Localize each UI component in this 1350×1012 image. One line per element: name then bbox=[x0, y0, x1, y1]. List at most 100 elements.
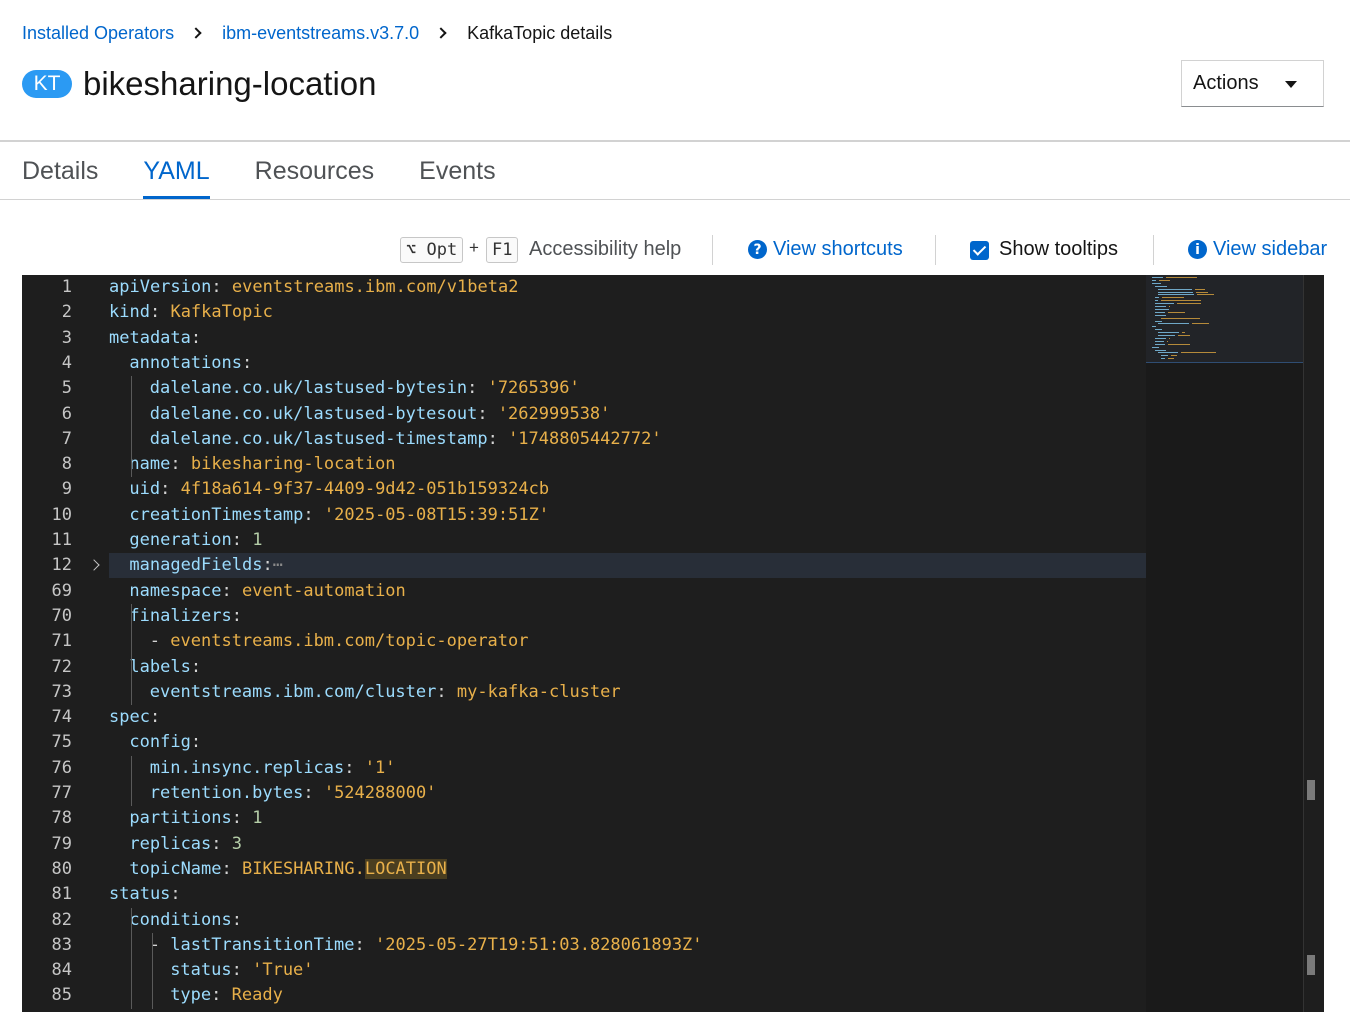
yaml-colon: : bbox=[303, 504, 314, 525]
breadcrumb-operator-version[interactable]: ibm-eventstreams.v3.7.0 bbox=[222, 23, 419, 44]
code-line[interactable]: labels: bbox=[129, 655, 201, 680]
yaml-value: 3 bbox=[231, 833, 243, 854]
code-line[interactable]: generation: 1 bbox=[129, 528, 262, 553]
minimap-line bbox=[1155, 300, 1159, 302]
code-line[interactable]: retention.bytes: '524288000' bbox=[150, 781, 437, 806]
minimap-line bbox=[1152, 282, 1161, 284]
code-line[interactable]: managedFields:⋯ bbox=[129, 553, 283, 578]
code-line[interactable]: namespace: event-automation bbox=[129, 579, 405, 604]
tab-events[interactable]: Events bbox=[419, 142, 495, 200]
code-line[interactable]: dalelane.co.uk/lastused-timestamp: '1748… bbox=[150, 427, 662, 452]
code-line[interactable]: min.insync.replicas: '1' bbox=[150, 756, 396, 781]
line-number: 83 bbox=[51, 934, 72, 955]
code-line[interactable]: apiVersion: eventstreams.ibm.com/v1beta2 bbox=[109, 275, 518, 300]
code-line[interactable]: dalelane.co.uk/lastused-bytesout: '26299… bbox=[150, 402, 611, 427]
yaml-value: '1748805442772' bbox=[508, 428, 662, 449]
line-number: 8 bbox=[61, 454, 72, 475]
minimap-line bbox=[1191, 323, 1210, 325]
code-line[interactable]: annotations: bbox=[129, 351, 252, 376]
code-line[interactable]: status: 'True' bbox=[170, 958, 313, 983]
code-line[interactable]: topicName: BIKESHARING.LOCATION bbox=[129, 857, 447, 882]
minimap-line bbox=[1155, 340, 1164, 342]
minimap-line bbox=[1181, 332, 1186, 334]
code-line[interactable]: name: bikesharing-location bbox=[129, 452, 395, 477]
yaml-key: kind bbox=[109, 302, 150, 323]
minimap-line bbox=[1161, 317, 1200, 319]
code-line[interactable]: creationTimestamp: '2025-05-08T15:39:51Z… bbox=[129, 503, 549, 528]
minimap-line bbox=[1152, 279, 1157, 281]
code-area[interactable]: apiVersion: eventstreams.ibm.com/v1beta2… bbox=[109, 275, 1146, 1012]
breadcrumb-installed-operators[interactable]: Installed Operators bbox=[22, 23, 174, 44]
code-line[interactable]: - lastTransitionTime: '2025-05-27T19:51:… bbox=[150, 933, 703, 958]
minimap-line bbox=[1169, 337, 1171, 339]
code-line[interactable]: kind: KafkaTopic bbox=[109, 300, 273, 325]
tab-yaml[interactable]: YAML bbox=[143, 142, 210, 200]
yaml-value: '7265396' bbox=[487, 378, 580, 399]
minimap-line bbox=[1168, 358, 1174, 360]
code-line[interactable]: uid: 4f18a614-9f37-4409-9d42-051b159324c… bbox=[129, 477, 549, 502]
show-tooltips-checkbox[interactable] bbox=[970, 241, 989, 260]
yaml-key: name bbox=[129, 454, 171, 475]
code-line[interactable]: type: Ready bbox=[170, 983, 283, 1008]
show-tooltips-label[interactable]: Show tooltips bbox=[999, 238, 1118, 261]
view-shortcuts-label: View shortcuts bbox=[773, 238, 903, 260]
indent-guide bbox=[151, 932, 153, 1009]
code-line[interactable]: partitions: 1 bbox=[129, 806, 262, 831]
folded-ellipsis[interactable]: ⋯ bbox=[273, 555, 283, 575]
minimap-line bbox=[1155, 297, 1160, 299]
tab-details[interactable]: Details bbox=[22, 142, 98, 200]
actions-dropdown-button[interactable]: Actions bbox=[1181, 60, 1324, 107]
code-line[interactable]: config: bbox=[129, 730, 201, 755]
yaml-key: lastTransitionTime bbox=[170, 934, 355, 955]
yaml-value: '1' bbox=[364, 757, 396, 778]
code-line[interactable]: metadata: bbox=[109, 326, 201, 351]
yaml-value: 4f18a614-9f37-4409-9d42-051b159324cb bbox=[180, 479, 550, 500]
line-number: 12 bbox=[51, 555, 72, 576]
minimap-line bbox=[1155, 314, 1166, 316]
line-number: 71 bbox=[51, 631, 72, 652]
minimap-line bbox=[1169, 306, 1171, 307]
code-line[interactable]: dalelane.co.uk/lastused-bytesin: '726539… bbox=[150, 376, 580, 401]
yaml-colon: : bbox=[190, 732, 202, 753]
line-number: 72 bbox=[51, 656, 72, 677]
minimap-line bbox=[1158, 335, 1175, 336]
chevron-right-icon[interactable] bbox=[88, 559, 100, 571]
editor-toolbar: ⌥ Opt + F1 Accessibility help ? View sho… bbox=[0, 232, 1350, 268]
editor-scrollbar[interactable] bbox=[1303, 275, 1324, 1012]
yaml-colon: : bbox=[477, 403, 488, 424]
yaml-colon: : bbox=[436, 681, 447, 702]
minimap-line bbox=[1158, 294, 1195, 296]
minimap-line bbox=[1152, 326, 1157, 328]
actions-label: Actions bbox=[1193, 72, 1259, 94]
view-shortcuts-button[interactable]: ? View shortcuts bbox=[748, 238, 903, 261]
tabs-divider bbox=[0, 199, 1350, 200]
tab-resources[interactable]: Resources bbox=[255, 142, 375, 200]
minimap-line bbox=[1158, 323, 1189, 325]
line-number: 80 bbox=[51, 858, 72, 879]
yaml-value: event-automation bbox=[242, 580, 406, 601]
yaml-value: Ready bbox=[231, 985, 283, 1006]
minimap[interactable] bbox=[1146, 275, 1303, 1012]
yaml-key: min.insync.replicas bbox=[149, 757, 345, 778]
yaml-colon: : bbox=[211, 833, 222, 854]
code-line[interactable]: status: bbox=[109, 882, 181, 907]
code-line[interactable]: conditions: bbox=[129, 908, 242, 933]
yaml-value: BIKESHARING. bbox=[242, 858, 365, 879]
minimap-line bbox=[1159, 279, 1171, 281]
code-line[interactable]: eventstreams.ibm.com/cluster: my-kafka-c… bbox=[150, 680, 621, 705]
code-line[interactable]: finalizers: bbox=[129, 604, 242, 629]
yaml-key: type bbox=[170, 985, 212, 1006]
yaml-value: 1 bbox=[252, 530, 263, 550]
code-line[interactable]: spec: bbox=[109, 705, 160, 730]
yaml-colon: : bbox=[211, 277, 222, 297]
minimap-line bbox=[1155, 343, 1165, 345]
yaml-key: namespace bbox=[129, 580, 222, 601]
code-line[interactable]: replicas: 3 bbox=[129, 832, 242, 857]
yaml-key: apiVersion bbox=[109, 277, 212, 297]
yaml-key: status bbox=[170, 960, 232, 981]
view-sidebar-button[interactable]: i View sidebar bbox=[1188, 238, 1327, 261]
code-line[interactable]: - eventstreams.ibm.com/topic-operator bbox=[150, 629, 529, 654]
line-number: 73 bbox=[51, 681, 72, 702]
yaml-editor[interactable]: 1 2 3 4 5 6 7 8 9 10 11 12 69 70 71 72 73 74 75 76 77 78 79 80 8… bbox=[22, 275, 1324, 1012]
yaml-value: eventstreams.ibm.com/topic-operator bbox=[170, 631, 529, 652]
